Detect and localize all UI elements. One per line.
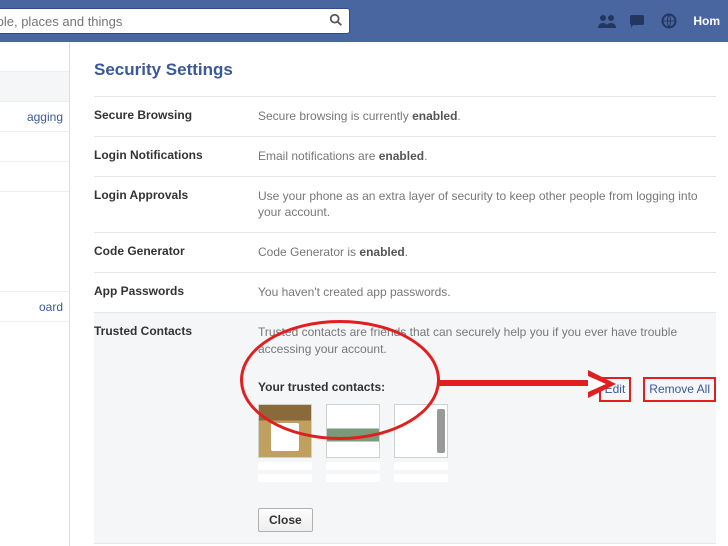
row-label: Login Notifications — [94, 148, 258, 165]
contact-avatar — [326, 404, 380, 458]
row-body: Email notifications are enabled. — [258, 148, 716, 165]
text: Code Generator is — [258, 245, 359, 259]
close-button[interactable]: Close — [258, 508, 313, 532]
sidebar-item-security[interactable] — [0, 72, 69, 102]
trusted-contacts-desc: Trusted contacts are friends that can se… — [258, 324, 716, 358]
trusted-contact[interactable] — [258, 404, 312, 486]
status-strong: enabled — [412, 109, 457, 123]
row-body: Use your phone as an extra layer of secu… — [258, 188, 716, 222]
page-title: Security Settings — [94, 60, 716, 80]
search-input-wrap[interactable] — [0, 8, 350, 34]
main-content: Security Settings Secure Browsing Secure… — [70, 42, 728, 546]
notifications-icon[interactable] — [661, 13, 679, 29]
text: . — [405, 245, 408, 259]
home-link[interactable]: Hom — [693, 14, 720, 28]
friend-requests-icon[interactable] — [597, 13, 615, 29]
sidebar-item-3[interactable] — [0, 132, 69, 162]
search-input[interactable] — [0, 14, 329, 29]
row-body: You haven't created app passwords. — [258, 284, 716, 301]
row-login-approvals[interactable]: Login Approvals Use your phone as an ext… — [94, 176, 716, 233]
row-label: Code Generator — [94, 244, 258, 261]
row-app-passwords[interactable]: App Passwords You haven't created app pa… — [94, 272, 716, 312]
row-label: Secure Browsing — [94, 108, 258, 125]
trusted-contact[interactable] — [394, 404, 448, 486]
row-code-generator[interactable]: Code Generator Code Generator is enabled… — [94, 232, 716, 272]
top-bar: Hom — [0, 0, 728, 42]
trusted-contacts-list — [258, 404, 716, 486]
text: . — [457, 109, 460, 123]
contact-avatar — [394, 404, 448, 458]
row-body: Code Generator is enabled. — [258, 244, 716, 261]
messages-icon[interactable] — [629, 13, 647, 29]
row-label: Trusted Contacts — [94, 324, 258, 532]
row-body: Secure browsing is currently enabled. — [258, 108, 716, 125]
left-sidebar: agging oard — [0, 42, 70, 546]
contact-avatar — [258, 404, 312, 458]
remove-all-link[interactable]: Remove All — [643, 377, 716, 402]
sidebar-item-4[interactable] — [0, 162, 69, 192]
row-label: App Passwords — [94, 284, 258, 301]
status-strong: enabled — [379, 149, 424, 163]
text: Secure browsing is currently — [258, 109, 412, 123]
sidebar-item-tagging[interactable]: agging — [0, 102, 69, 132]
status-strong: enabled — [359, 245, 404, 259]
sidebar-item-board[interactable]: oard — [0, 292, 69, 322]
contact-name — [326, 462, 380, 486]
row-secure-browsing[interactable]: Secure Browsing Secure browsing is curre… — [94, 96, 716, 136]
sidebar-item-0[interactable] — [0, 42, 69, 72]
row-login-notifications[interactable]: Login Notifications Email notifications … — [94, 136, 716, 176]
row-label: Login Approvals — [94, 188, 258, 222]
contact-name — [258, 462, 312, 486]
contact-name — [394, 462, 448, 486]
top-right-icons: Hom — [597, 13, 720, 29]
sidebar-gap — [0, 192, 69, 292]
search-icon[interactable] — [329, 13, 343, 30]
edit-link[interactable]: Edit — [599, 377, 632, 402]
row-trusted-contacts: Trusted Contacts Trusted contacts are fr… — [94, 312, 716, 543]
text: . — [424, 149, 427, 163]
trusted-contact[interactable] — [326, 404, 380, 486]
row-body: Trusted contacts are friends that can se… — [258, 324, 716, 532]
text: Email notifications are — [258, 149, 379, 163]
